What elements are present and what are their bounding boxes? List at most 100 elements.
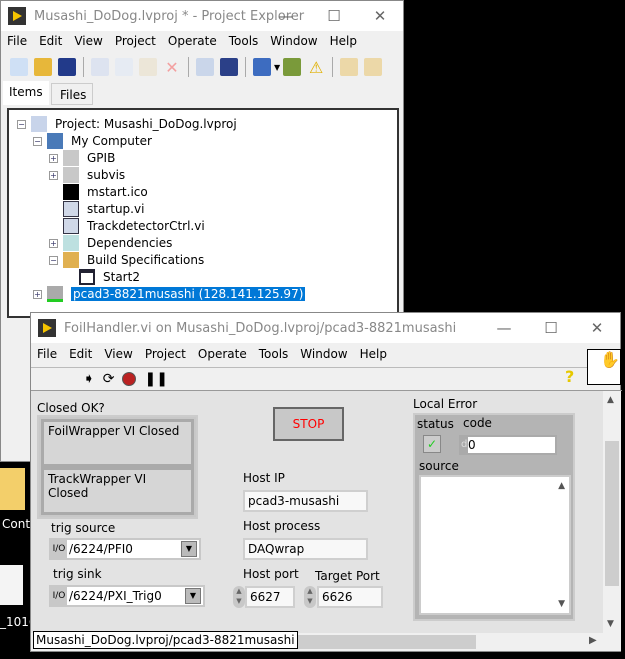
new-icon[interactable] <box>10 58 28 76</box>
menu-project[interactable]: Project <box>115 34 156 48</box>
maximize-button[interactable]: ☐ <box>528 313 574 343</box>
document-icon[interactable] <box>0 565 23 605</box>
cut-icon[interactable] <box>91 58 109 76</box>
tree-item-gpib[interactable]: + GPIB <box>49 150 115 166</box>
trig-sink-select[interactable]: I/O /6224/PXI_Trig0 ▼ <box>49 585 205 607</box>
scroll-thumb[interactable] <box>296 635 476 649</box>
scroll-down-icon[interactable]: ▼ <box>558 599 565 609</box>
menu-help[interactable]: Help <box>330 34 357 48</box>
menu-file[interactable]: File <box>37 347 57 361</box>
project-tree[interactable]: − Project: Musashi_DoDog.lvproj − My Compu… <box>7 108 399 318</box>
delete-icon[interactable]: ✕ <box>163 58 181 77</box>
tree-item-build-specs[interactable]: − Build Specifications <box>49 252 204 268</box>
chevron-down-icon[interactable]: ▼ <box>181 541 197 557</box>
menu-operate[interactable]: Operate <box>198 347 247 361</box>
host-port-label: Host port <box>243 567 299 581</box>
build-icon <box>63 252 79 268</box>
vi-icon <box>63 218 79 234</box>
close-button[interactable]: ✕ <box>574 313 620 343</box>
copy-icon[interactable] <box>115 58 133 76</box>
run-arrow-icon[interactable]: ➧ <box>83 371 95 387</box>
menu-view[interactable]: View <box>74 34 102 48</box>
vi-icon-pane[interactable]: ✋ <box>587 349 621 385</box>
deploy-icon[interactable] <box>283 58 302 76</box>
target-port-field[interactable]: 6626 <box>317 586 383 608</box>
tree-item-dependencies[interactable]: + Dependencies <box>49 235 172 251</box>
menu-file[interactable]: File <box>7 34 27 48</box>
title-bar: Musashi_DoDog.lvproj * - Project Explore… <box>1 1 403 31</box>
paste-icon[interactable] <box>139 58 157 76</box>
front-panel: Closed OK? FoilWrapper VI Closed TrackWr… <box>31 391 603 633</box>
trig-sink-label: trig sink <box>53 567 102 581</box>
scroll-thumb[interactable] <box>605 441 619 586</box>
tree-item-target[interactable]: + pcad3-8821musashi (128.141.125.97) <box>33 286 306 302</box>
tree-item-mstart[interactable]: mstart.ico <box>63 184 148 200</box>
vertical-scrollbar[interactable]: ▲ ▼ <box>603 391 621 633</box>
save-hierarchy-icon[interactable] <box>220 58 238 76</box>
run-continuously-icon[interactable]: ⟳ <box>103 371 115 387</box>
tree-item-start2[interactable]: Start2 <box>79 269 140 285</box>
folder-icon <box>63 167 79 183</box>
host-ip-label: Host IP <box>243 471 285 485</box>
chevron-down-icon[interactable]: ▼ <box>274 63 280 72</box>
maximize-button[interactable]: ☐ <box>311 1 357 31</box>
title-bar: FoilHandler.vi on Musashi_DoDog.lvproj/p… <box>31 313 620 343</box>
menu-edit[interactable]: Edit <box>69 347 92 361</box>
save-all-icon[interactable] <box>58 58 76 76</box>
vi-toolbar: ➧ ⟳ ❚❚ <box>83 369 168 389</box>
menu-window[interactable]: Window <box>270 34 317 48</box>
tree-item-my-computer[interactable]: − My Computer <box>33 133 152 149</box>
code-field[interactable]: d0 <box>459 435 557 455</box>
host-ip-field[interactable]: pcad3-musashi <box>243 490 368 512</box>
scroll-down-icon: ▼ <box>607 619 614 629</box>
ico-file-icon <box>63 184 79 200</box>
source-textbox[interactable]: ▲ ▼ <box>419 475 571 615</box>
minimize-button[interactable]: — <box>481 313 527 343</box>
host-process-field[interactable]: DAQwrap <box>243 538 368 560</box>
menu-window[interactable]: Window <box>300 347 347 361</box>
menu-edit[interactable]: Edit <box>39 34 62 48</box>
status-ok-icon: ✓ <box>423 435 441 453</box>
application-icon <box>79 269 95 285</box>
warning-icon[interactable]: ⚠ <box>307 58 325 77</box>
menu-bar: File Edit View Project Operate Tools Win… <box>1 31 363 51</box>
target-port-label: Target Port <box>315 569 380 583</box>
tree-item-project[interactable]: − Project: Musashi_DoDog.lvproj <box>17 116 237 132</box>
stop-button[interactable]: STOP <box>273 407 344 441</box>
abort-icon[interactable] <box>122 372 137 386</box>
host-port-field[interactable]: 6627 <box>245 586 295 608</box>
tree-item-subvis[interactable]: + subvis <box>49 167 125 183</box>
tab-files[interactable]: Files <box>51 83 93 105</box>
menu-project[interactable]: Project <box>145 347 186 361</box>
scroll-up-icon[interactable]: ▲ <box>558 481 565 491</box>
menu-tools[interactable]: Tools <box>259 347 289 361</box>
status-path-label: Musashi_DoDog.lvproj/pcad3-8821musashi <box>33 631 298 649</box>
package-icon[interactable] <box>340 58 359 76</box>
source-label: source <box>419 459 459 473</box>
target-port-stepper[interactable]: ▲ ▼ <box>304 586 316 608</box>
menu-operate[interactable]: Operate <box>168 34 217 48</box>
trig-source-select[interactable]: I/O /6224/PFI0 ▼ <box>49 538 201 560</box>
help-icon[interactable]: ? <box>565 367 574 386</box>
package-icon[interactable] <box>364 58 383 76</box>
menu-help[interactable]: Help <box>360 347 387 361</box>
tree-item-startup[interactable]: startup.vi <box>63 201 144 217</box>
pause-icon[interactable]: ❚❚ <box>144 371 167 387</box>
tab-items[interactable]: Items <box>3 81 49 105</box>
chevron-down-icon[interactable]: ▼ <box>185 588 201 604</box>
host-port-stepper[interactable]: ▲ ▼ <box>233 586 245 608</box>
track-closed-indicator: TrackWrapper VI Closed <box>41 467 194 515</box>
status-label: status <box>417 417 454 431</box>
minimize-button[interactable]: — <box>263 1 309 31</box>
zip-folder-icon[interactable] <box>0 468 25 510</box>
project-icon <box>31 116 47 132</box>
view-icon[interactable] <box>253 58 271 76</box>
tree-item-trackdetector[interactable]: TrackdetectorCtrl.vi <box>63 218 205 234</box>
menu-tools[interactable]: Tools <box>229 34 259 48</box>
dependencies-icon <box>63 235 79 251</box>
close-button[interactable]: ✕ <box>357 1 403 31</box>
menu-view[interactable]: View <box>104 347 132 361</box>
build-vi-icon[interactable] <box>196 58 214 76</box>
local-error-label: Local Error <box>413 397 478 411</box>
open-folder-icon[interactable] <box>34 58 52 76</box>
